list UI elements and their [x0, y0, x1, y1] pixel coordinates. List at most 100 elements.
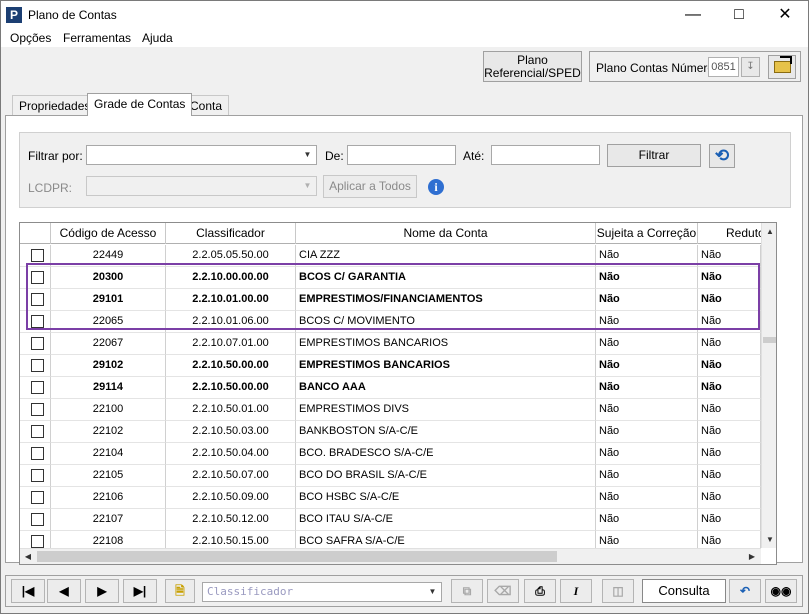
cell-nome-da-conta[interactable]: BCOS C/ MOVIMENTO	[296, 311, 596, 333]
scroll-up-button[interactable]: ▲	[762, 223, 776, 240]
new-button[interactable]: 🗎	[165, 579, 195, 603]
print-button[interactable]: ⎙	[524, 579, 556, 603]
table-row[interactable]: 20300 2.2.10.00.00.00 BCOS C/ GARANTIA Não N…	[20, 267, 761, 289]
vertical-scroll-thumb[interactable]	[763, 337, 776, 343]
cell-nome-da-conta[interactable]: CIA ZZZ	[296, 245, 596, 267]
table-row[interactable]: 22107 2.2.10.50.12.00 BCO ITAU S/A-C/E Não N…	[20, 509, 761, 531]
tab-grade-de-contas[interactable]: Grade de Contas	[87, 93, 193, 116]
cell-redutora[interactable]: Não	[698, 377, 761, 399]
cell-nome-da-conta[interactable]: BCO DO BRASIL S/A-C/E	[296, 465, 596, 487]
copy-button[interactable]: ⧉	[451, 579, 483, 603]
row-checkbox[interactable]	[31, 293, 44, 306]
cell-sujeita-correcao[interactable]: Não	[596, 333, 698, 355]
table-row[interactable]: 22104 2.2.10.50.04.00 BCO. BRADESCO S/A-C/…	[20, 443, 761, 465]
row-checkbox[interactable]	[31, 315, 44, 328]
header-codigo[interactable]: Código de Acesso	[51, 223, 166, 244]
cell-redutora[interactable]: Não	[698, 311, 761, 333]
row-checkbox[interactable]	[31, 447, 44, 460]
plano-contas-numero-field[interactable]: 0851	[708, 57, 739, 77]
row-checkbox[interactable]	[31, 403, 44, 416]
table-row[interactable]: 29101 2.2.10.01.00.00 EMPRESTIMOS/FINANCIA…	[20, 289, 761, 311]
cell-codigo[interactable]: 22100	[51, 399, 166, 421]
row-checkbox[interactable]	[31, 271, 44, 284]
cell-classificador[interactable]: 2.2.10.01.00.00	[166, 289, 296, 311]
cell-codigo[interactable]: 22107	[51, 509, 166, 531]
cell-classificador[interactable]: 2.2.05.05.50.00	[166, 245, 296, 267]
row-checkbox[interactable]	[31, 535, 44, 548]
next-record-button[interactable]: ▶	[85, 579, 119, 603]
cell-codigo[interactable]: 22106	[51, 487, 166, 509]
cell-codigo[interactable]: 20300	[51, 267, 166, 289]
table-row[interactable]: 29102 2.2.10.50.00.00 EMPRESTIMOS BANCARIO…	[20, 355, 761, 377]
cell-nome-da-conta[interactable]: EMPRESTIMOS BANCARIOS	[296, 333, 596, 355]
delete-button[interactable]: ⌫	[487, 579, 519, 603]
cell-redutora[interactable]: Não	[698, 443, 761, 465]
cell-sujeita-correcao[interactable]: Não	[596, 399, 698, 421]
cell-codigo[interactable]: 29102	[51, 355, 166, 377]
cell-redutora[interactable]: Não	[698, 245, 761, 267]
cell-nome-da-conta[interactable]: BANKBOSTON S/A-C/E	[296, 421, 596, 443]
table-row[interactable]: 22100 2.2.10.50.01.00 EMPRESTIMOS DIVS Não N…	[20, 399, 761, 421]
header-sujeita-correcao[interactable]: Sujeita a Correção	[596, 223, 698, 244]
cell-redutora[interactable]: Não	[698, 267, 761, 289]
table-row[interactable]: 29114 2.2.10.50.00.00 BANCO AAA Não Não	[20, 377, 761, 399]
italic-button[interactable]: I	[560, 579, 592, 603]
menu-opcoes[interactable]: Opções	[10, 31, 51, 45]
classificador-search-select[interactable]: Classificador ▼	[202, 582, 442, 602]
cell-classificador[interactable]: 2.2.10.50.09.00	[166, 487, 296, 509]
scroll-left-button[interactable]: ◀	[20, 549, 36, 564]
cell-nome-da-conta[interactable]: BCOS C/ GARANTIA	[296, 267, 596, 289]
horizontal-scrollbar[interactable]: ◀ ▶	[20, 548, 761, 564]
cell-codigo[interactable]: 22065	[51, 311, 166, 333]
cell-codigo[interactable]: 22102	[51, 421, 166, 443]
cell-redutora[interactable]: Não	[698, 421, 761, 443]
table-row[interactable]: 22065 2.2.10.01.06.00 BCOS C/ MOVIMENTO Não…	[20, 311, 761, 333]
cell-sujeita-correcao[interactable]: Não	[596, 487, 698, 509]
find-button[interactable]: ◉◉	[765, 579, 797, 603]
cell-sujeita-correcao[interactable]: Não	[596, 355, 698, 377]
cell-sujeita-correcao[interactable]: Não	[596, 421, 698, 443]
ate-input[interactable]	[491, 145, 600, 165]
header-redutora[interactable]: Reduto	[698, 223, 761, 244]
menu-ajuda[interactable]: Ajuda	[142, 31, 173, 45]
cell-classificador[interactable]: 2.2.10.50.00.00	[166, 355, 296, 377]
vertical-scrollbar[interactable]: ▲ ▼	[761, 223, 776, 548]
lcdpr-select[interactable]: ▼	[86, 176, 317, 196]
cell-redutora[interactable]: Não	[698, 509, 761, 531]
cell-sujeita-correcao[interactable]: Não	[596, 245, 698, 267]
cell-codigo[interactable]: 22067	[51, 333, 166, 355]
row-checkbox[interactable]	[31, 425, 44, 438]
scroll-right-button[interactable]: ▶	[744, 549, 760, 564]
horizontal-scroll-thumb[interactable]	[37, 551, 557, 562]
filtrar-button[interactable]: Filtrar	[607, 144, 701, 167]
info-icon[interactable]: i	[428, 179, 444, 195]
cell-codigo[interactable]: 22104	[51, 443, 166, 465]
header-classificador[interactable]: Classificador	[166, 223, 296, 244]
table-row[interactable]: 22105 2.2.10.50.07.00 BCO DO BRASIL S/A-C/…	[20, 465, 761, 487]
open-plano-button[interactable]	[768, 55, 796, 79]
cell-redutora[interactable]: Não	[698, 487, 761, 509]
cell-sujeita-correcao[interactable]: Não	[596, 443, 698, 465]
cell-codigo[interactable]: 29101	[51, 289, 166, 311]
cell-classificador[interactable]: 2.2.10.50.01.00	[166, 399, 296, 421]
cell-nome-da-conta[interactable]: EMPRESTIMOS BANCARIOS	[296, 355, 596, 377]
last-record-button[interactable]: ▶|	[123, 579, 157, 603]
cell-nome-da-conta[interactable]: BCO ITAU S/A-C/E	[296, 509, 596, 531]
cell-sujeita-correcao[interactable]: Não	[596, 377, 698, 399]
cell-redutora[interactable]: Não	[698, 333, 761, 355]
cell-classificador[interactable]: 2.2.10.01.06.00	[166, 311, 296, 333]
tab-propriedades[interactable]: Propriedades	[12, 95, 98, 115]
cell-sujeita-correcao[interactable]: Não	[596, 509, 698, 531]
cell-sujeita-correcao[interactable]: Não	[596, 289, 698, 311]
cell-classificador[interactable]: 2.2.10.07.01.00	[166, 333, 296, 355]
plano-referencial-button[interactable]: Plano Referencial/SPED	[483, 51, 582, 82]
cell-redutora[interactable]: Não	[698, 465, 761, 487]
cell-redutora[interactable]: Não	[698, 289, 761, 311]
row-checkbox[interactable]	[31, 249, 44, 262]
minimize-button[interactable]: —	[670, 1, 716, 29]
table-row[interactable]: 22102 2.2.10.50.03.00 BANKBOSTON S/A-C/E Nã…	[20, 421, 761, 443]
cell-codigo[interactable]: 29114	[51, 377, 166, 399]
cell-classificador[interactable]: 2.2.10.50.12.00	[166, 509, 296, 531]
table-row[interactable]: 22449 2.2.05.05.50.00 CIA ZZZ Não Não	[20, 245, 761, 267]
save-button[interactable]: ◫	[602, 579, 634, 603]
